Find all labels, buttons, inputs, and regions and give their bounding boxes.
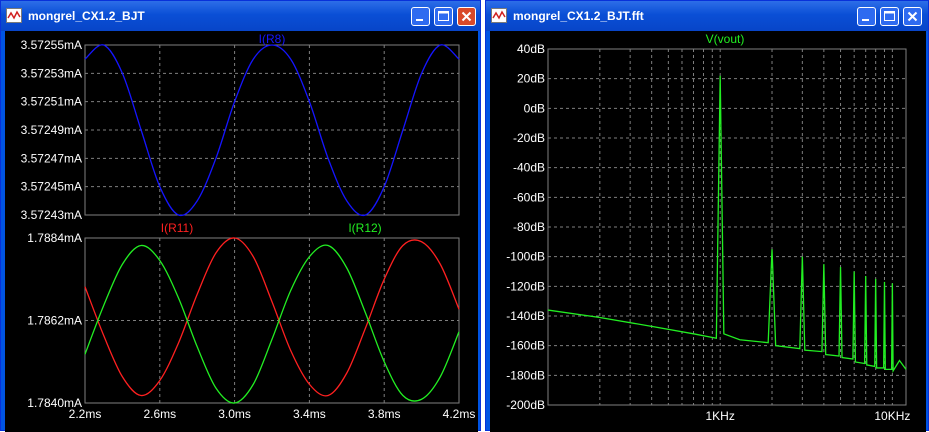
maximize-icon: [884, 11, 895, 21]
maximize-button[interactable]: [880, 7, 899, 26]
minimize-icon: [416, 19, 423, 21]
fft-plot-area[interactable]: 40dB 20dB 0dB -20dB -40dB -60dB -80dB -100dB -12…: [490, 31, 926, 432]
y-tick-label: 40dB: [517, 42, 545, 56]
waveform-app-icon: [491, 8, 507, 23]
waveform-plots[interactable]: 3.57255mA 3.57253mA 3.57251mA 3.57249mA 3.57…: [5, 31, 478, 432]
close-button[interactable]: [903, 7, 922, 26]
minimize-button[interactable]: [857, 7, 876, 26]
waveform-plot-area[interactable]: 3.57255mA 3.57253mA 3.57251mA 3.57249mA 3.57…: [5, 31, 478, 432]
y-tick-label: -40dB: [513, 161, 545, 175]
legend-label-i-r12: I(R12): [348, 221, 381, 235]
maximize-icon: [438, 11, 449, 21]
x-tick-label: 2.2ms: [69, 407, 102, 421]
y-tick-label: 20dB: [517, 72, 545, 86]
y-tick-label: 3.57255mA: [21, 38, 82, 52]
y-tick-label: 3.57245mA: [21, 180, 82, 194]
y-tick-label: -140dB: [506, 309, 545, 323]
y-tick-label: 1.7884mA: [27, 231, 82, 245]
plot-frame: [547, 48, 907, 406]
x-tick-label: 3.8ms: [368, 407, 401, 421]
waveform-app-icon: [6, 8, 22, 23]
y-tick-label: 3.57251mA: [21, 95, 82, 109]
series-line: [547, 75, 907, 374]
y-tick-label: 3.57247mA: [21, 151, 82, 165]
window-title: mongrel_CX1.2_BJT.fft: [513, 9, 644, 23]
close-button[interactable]: [457, 7, 476, 26]
y-tick-label: -20dB: [513, 131, 545, 145]
x-tick-label: 3.4ms: [293, 407, 326, 421]
y-tick-label: 3.57243mA: [21, 208, 82, 222]
y-tick-label: 0dB: [524, 101, 545, 115]
fft-plot[interactable]: 40dB 20dB 0dB -20dB -40dB -60dB -80dB -100dB -12…: [490, 31, 926, 432]
y-tick-label: -200dB: [506, 398, 545, 412]
x-tick-label: 4.2ms: [443, 407, 476, 421]
legend-label-v-vout: V(vout): [706, 32, 745, 46]
title-bar[interactable]: mongrel_CX1.2_BJT.fft: [486, 1, 928, 31]
window-title: mongrel_CX1.2_BJT: [28, 9, 145, 23]
minimize-button[interactable]: [411, 7, 430, 26]
x-tick-label: 3.0ms: [218, 407, 251, 421]
y-tick-label: 3.57249mA: [21, 123, 82, 137]
waveform-window[interactable]: mongrel_CX1.2_BJT 3.57255mA 3.57253mA 3.57…: [0, 0, 481, 432]
x-tick-label: 2.6ms: [143, 407, 176, 421]
x-tick-label: 10KHz: [874, 409, 910, 423]
y-tick-label: -120dB: [506, 279, 545, 293]
close-icon: [907, 11, 918, 22]
y-tick-label: 1.7862mA: [27, 314, 82, 328]
y-tick-label: 3.57253mA: [21, 66, 82, 80]
y-tick-label: -60dB: [513, 190, 545, 204]
minimize-icon: [862, 19, 869, 21]
series-line: [84, 244, 460, 404]
maximize-button[interactable]: [434, 7, 453, 26]
x-tick-label: 1KHz: [706, 409, 735, 423]
y-tick-label: -80dB: [513, 220, 545, 234]
y-tick-label: -180dB: [506, 368, 545, 382]
title-bar[interactable]: mongrel_CX1.2_BJT: [1, 1, 480, 31]
legend-label-i-r11: I(R11): [161, 221, 193, 235]
y-tick-label: -100dB: [506, 250, 545, 264]
y-tick-label: -160dB: [506, 339, 545, 353]
series-line: [84, 237, 460, 397]
legend-label-i-r8: I(R8): [259, 32, 286, 46]
close-icon: [461, 11, 472, 22]
fft-window[interactable]: mongrel_CX1.2_BJT.fft 40dB 20dB 0dB -20dB -4…: [485, 0, 929, 432]
